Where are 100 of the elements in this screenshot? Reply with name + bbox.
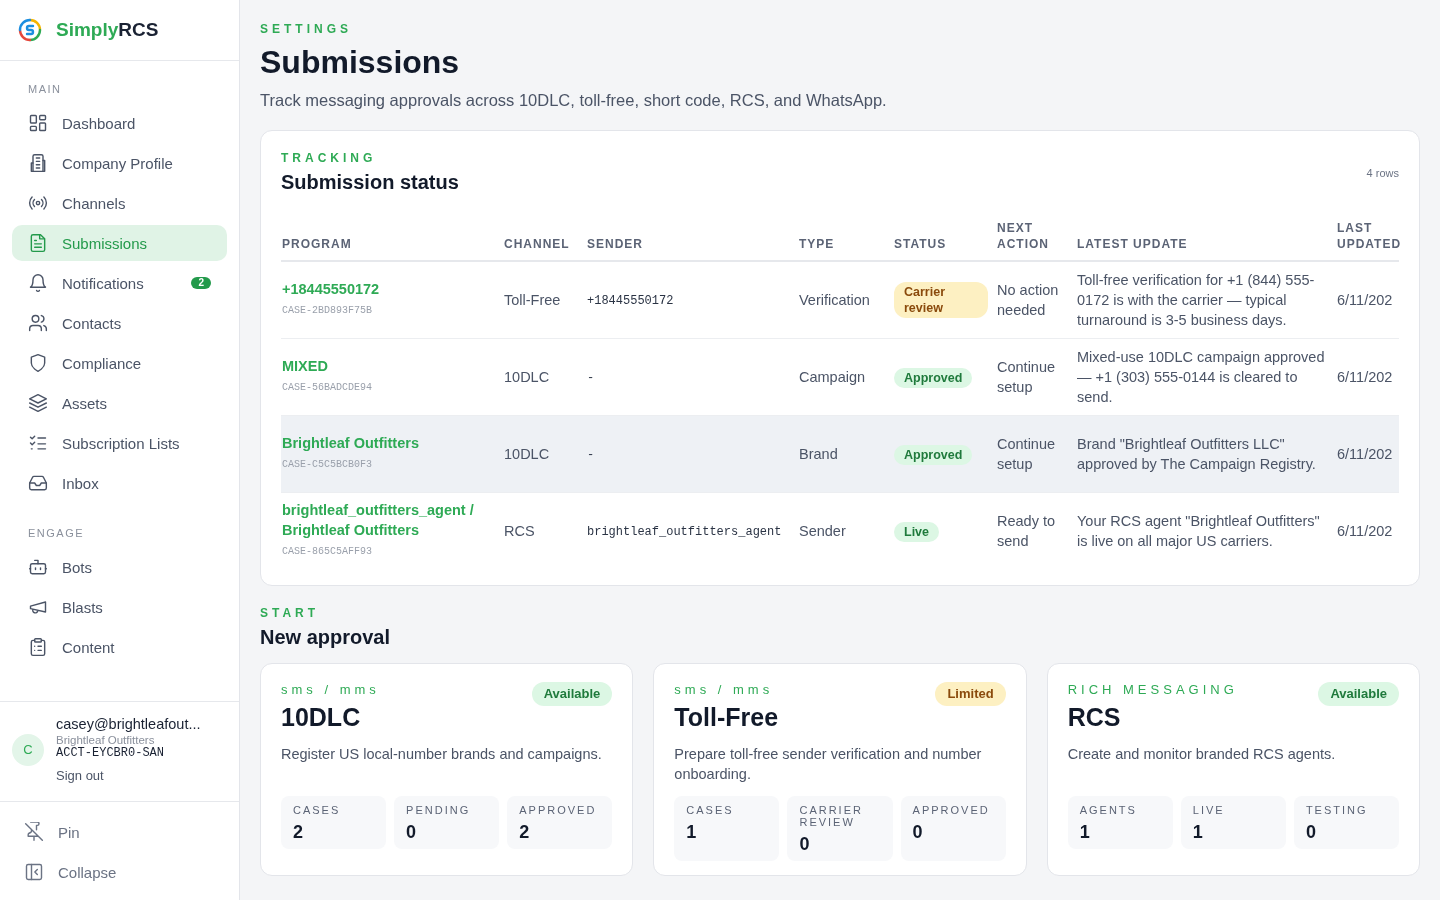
nav-item[interactable]: Dashboard [12, 105, 227, 141]
nav-item[interactable]: Bots [12, 549, 227, 585]
stat-value: 1 [686, 822, 698, 843]
nav-item[interactable]: Inbox [12, 465, 227, 501]
bell-icon [28, 273, 48, 293]
brand-name: SimplyRCS [56, 19, 159, 41]
program-card[interactable]: sms / mms 10DLC Available Register US local-number brands and campaigns. CASES 2 PENDING 0 APPROVED 2 [260, 663, 634, 876]
table-cell: Toll-free verification for +1 (844) 555-0172 is with the carrier — typical turnaround is 3-5 business days. [1077, 272, 1315, 328]
table-cell: Brand "Brightleaf Outfitters LLC" approved by The Campaign Registry. [1077, 436, 1316, 472]
table-cell: Continue setup [997, 359, 1056, 395]
table-cell: 6/11/202 [1337, 523, 1393, 539]
logo-icon [18, 18, 42, 42]
clipboard-icon [28, 637, 48, 657]
stat-value: 1 [1079, 822, 1091, 843]
nav-item[interactable]: Content [12, 629, 227, 665]
nav-item[interactable]: Compliance [12, 345, 227, 381]
stat-value: 2 [293, 822, 304, 843]
case-id: CASE-2BD893F75B [282, 304, 373, 318]
stat-label: TESTING [1305, 804, 1369, 816]
organization-name: Brightleaf Outfitters [56, 734, 155, 746]
pin-off-icon [24, 822, 44, 842]
stat-value: 0 [912, 822, 924, 843]
status-badge: Carrier review [894, 282, 988, 318]
card-description: Register US local-number brands and campaigns. [281, 745, 603, 764]
people-icon [28, 313, 48, 333]
table-cell: 6/11/202 [1337, 292, 1393, 308]
table-cell: 6/11/202 [1337, 446, 1393, 462]
card-eyebrow: sms / mms [674, 682, 775, 697]
card-title: Submission status [281, 171, 459, 194]
availability-badge: Available [531, 682, 613, 706]
stat-value: 1 [1192, 822, 1204, 843]
table-cell: Toll-Free [504, 292, 561, 308]
table-cell: RCS [504, 523, 535, 539]
table-cell: Continue setup [997, 436, 1056, 472]
table-cell: 6/11/202 [1337, 369, 1393, 385]
page-eyebrow: SETTINGS [260, 22, 353, 36]
stat-label: CARRIER REVIEW [799, 804, 864, 828]
table-cell: brightleaf_outfitters_agent [587, 525, 782, 539]
nav-item[interactable]: Subscription Lists [12, 425, 227, 461]
count-badge: 2 [191, 277, 211, 289]
document-icon [28, 233, 48, 253]
page-title: Submissions [260, 44, 461, 81]
table-cell: Your RCS agent "Brightleaf Outfitters" is live on all major US carriers. [1077, 513, 1320, 549]
stat-label: APPROVED [519, 804, 598, 816]
table-cell: Verification [799, 292, 870, 308]
table-cell: Mixed-use 10DLC campaign approved — +1 (303) 555-0144 is cleared to send. [1077, 349, 1325, 405]
nav-item[interactable]: Assets [12, 385, 227, 421]
user-avatar: C [12, 733, 44, 766]
availability-badge: Limited [935, 682, 1006, 706]
sign-out-link[interactable]: Sign out [56, 768, 201, 783]
case-id: CASE-56BADCDE94 [282, 381, 373, 395]
building-icon [28, 153, 48, 173]
card-title: RCS [1067, 703, 1122, 732]
stat-label: CASES [293, 804, 342, 816]
card-eyebrow: RICH MESSAGING [1067, 682, 1238, 697]
case-id: CASE-865C5AFF93 [282, 545, 373, 559]
section-label: MAIN [27, 82, 63, 97]
program-card[interactable]: sms / mms Toll-Free Limited Prepare toll-free sender verification and number onboarding. CASES 1 CARRIER REVIEW 0 APPROVED 0 [653, 663, 1027, 876]
table-row[interactable]: MIXED CASE-56BADCDE94 10DLC - Campaign Approved Continue setup Mixed-use 10DLC campaign approved — +1 (303) 555-0144 is cleared to send. 6/11/202 [281, 338, 1399, 416]
nav-item[interactable]: Notifications 2 [12, 265, 227, 301]
table-cell: 10DLC [504, 369, 550, 385]
sidebar-footer-item[interactable]: Pin [12, 812, 227, 852]
table-row[interactable]: Brightleaf Outfitters CASE-C5C5BCB0F3 10DLC - Brand Approved Continue setup Brand "Brightleaf Outfitters LLC" approved by The Campaign Registry. 6/11/202 [281, 415, 1399, 493]
nav-item[interactable]: Blasts [12, 589, 227, 625]
grid-icon [28, 113, 48, 133]
nav-item[interactable]: Company Profile [12, 145, 227, 181]
robot-icon [28, 557, 48, 577]
table-cell: No action needed [997, 282, 1059, 318]
nav-item[interactable]: Channels [12, 185, 227, 221]
sidebar-footer-item[interactable]: Collapse [12, 852, 227, 892]
section-eyebrow: START [260, 606, 321, 620]
card-description: Prepare toll-free sender verification and number onboarding. [674, 745, 983, 784]
table-cell: Campaign [799, 369, 866, 385]
stat-label: AGENTS [1079, 804, 1138, 816]
program-card[interactable]: RICH MESSAGING RCS Available Create and monitor branded RCS agents. AGENTS 1 LIVE 1 TESTING 0 [1046, 663, 1420, 876]
table-cell: - [587, 371, 595, 385]
nav-item[interactable]: Contacts [12, 305, 227, 341]
stat-value: 2 [519, 822, 531, 843]
user-email: casey@brightleafout... [56, 716, 201, 732]
stat-value: 0 [406, 822, 418, 843]
stat-label: APPROVED [912, 804, 991, 816]
card-eyebrow: TRACKING [281, 151, 378, 165]
checklist-icon [28, 433, 48, 453]
shield-icon [28, 353, 48, 373]
account-id: ACCT-EYCBR0-SAN [56, 746, 166, 760]
section-label: ENGAGE [27, 526, 86, 541]
card-title: Toll-Free [674, 703, 779, 732]
table-cell: 10DLC [504, 446, 550, 462]
stat-value: 0 [1305, 822, 1317, 843]
card-eyebrow: sms / mms [281, 682, 380, 697]
collapse-icon [24, 862, 44, 882]
status-badge: Approved [894, 367, 973, 388]
status-badge: Approved [894, 444, 973, 465]
stat-value: 0 [799, 834, 811, 855]
availability-badge: Available [1318, 682, 1399, 706]
layers-icon [28, 393, 48, 413]
stat-label: LIVE [1192, 804, 1226, 816]
table-cell: +18445550172 [587, 294, 674, 308]
row-count: 4 rows [1366, 166, 1399, 179]
section-title: New approval [260, 626, 392, 649]
